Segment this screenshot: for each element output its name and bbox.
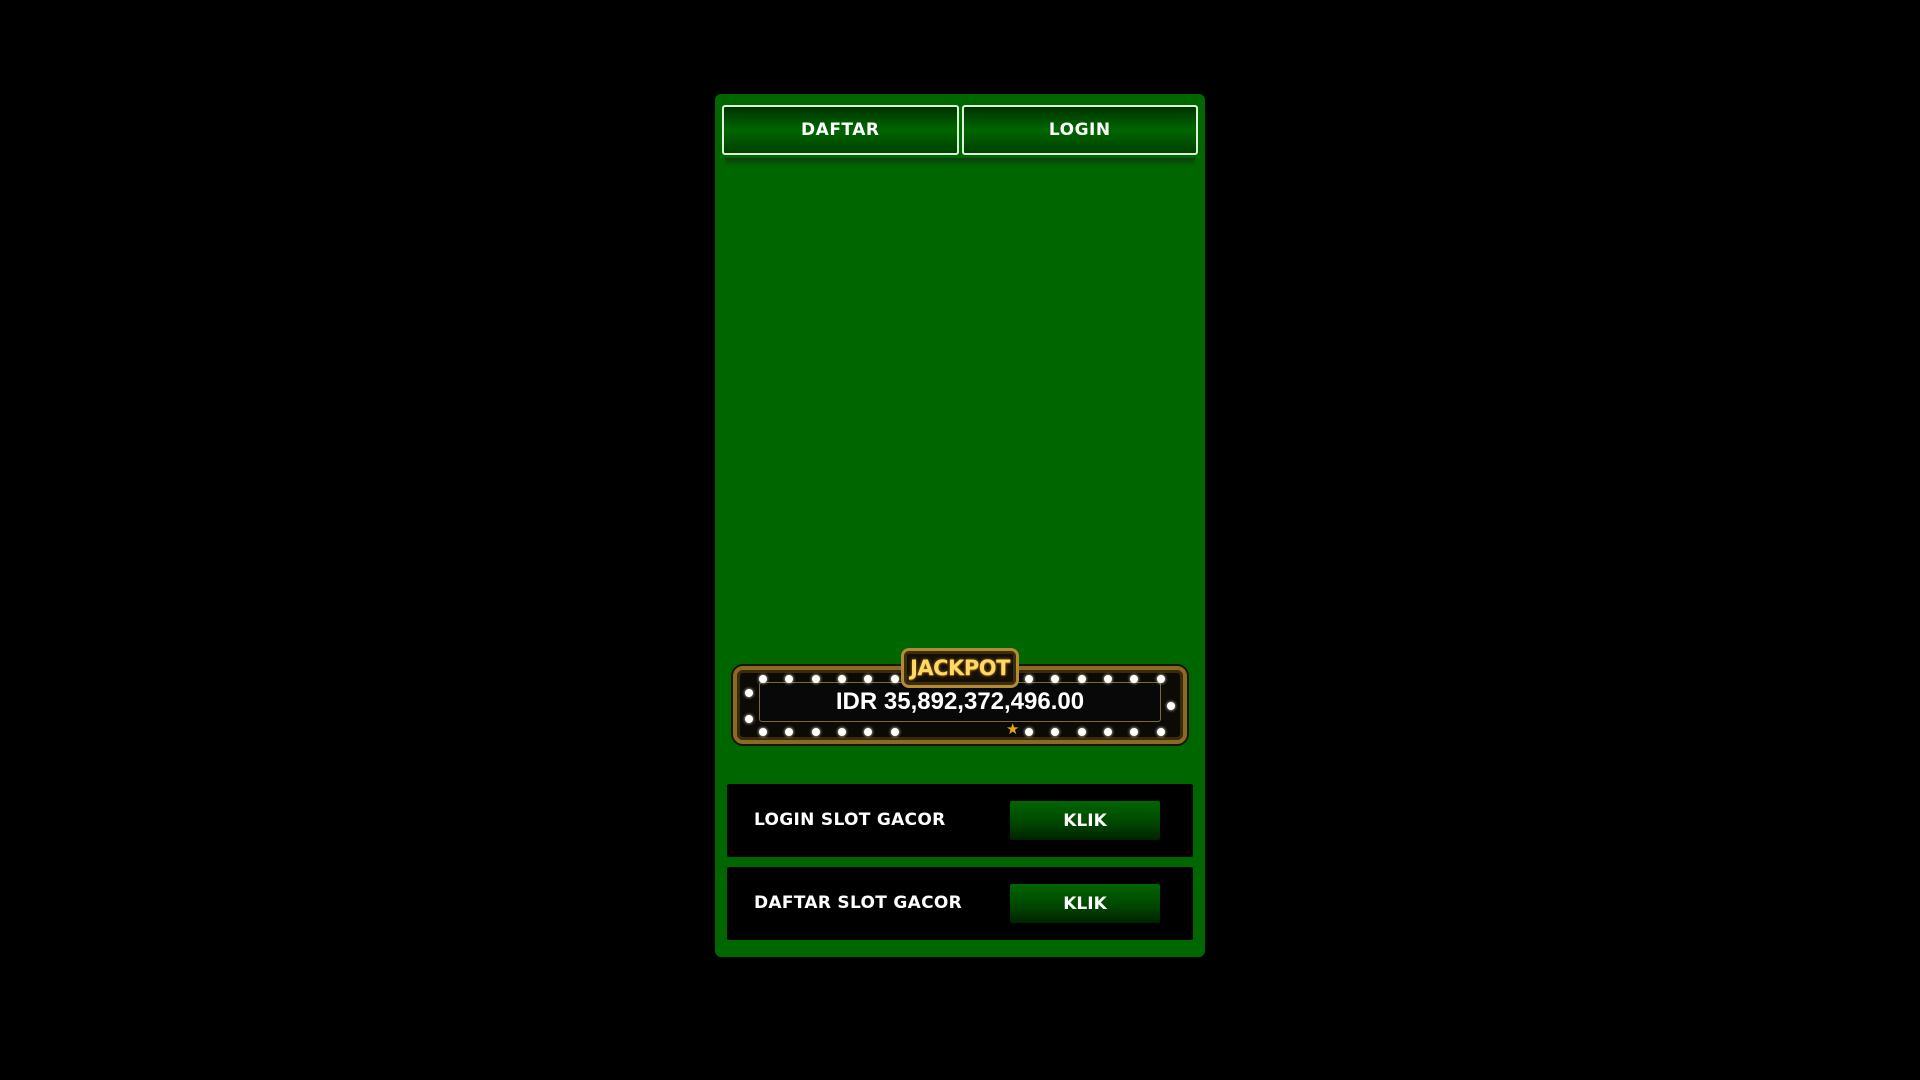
marquee-bulb xyxy=(1078,728,1086,736)
banner-image xyxy=(725,158,1195,166)
marquee-bulb xyxy=(838,675,846,683)
star-icon: ★ xyxy=(1006,720,1020,738)
marquee-bulb xyxy=(1104,728,1112,736)
main-panel: DAFTAR LOGIN JACKPOT IDR 35,892,372,496.… xyxy=(715,94,1205,957)
marquee-bulb xyxy=(812,728,820,736)
marquee-bulb xyxy=(745,689,753,697)
marquee-bulb xyxy=(1157,728,1165,736)
login-button[interactable]: LOGIN xyxy=(961,105,1198,155)
marquee-bulb xyxy=(1167,702,1175,710)
daftar-slot-klik-button[interactable]: KLIK xyxy=(1010,884,1160,923)
marquee-bulb xyxy=(812,675,820,683)
login-slot-row: LOGIN SLOT GACOR KLIK xyxy=(727,784,1193,857)
top-nav: DAFTAR LOGIN xyxy=(722,105,1198,155)
marquee-bulb xyxy=(838,728,846,736)
marquee-bulb xyxy=(891,675,899,683)
daftar-button[interactable]: DAFTAR xyxy=(722,105,959,155)
login-slot-label: LOGIN SLOT GACOR xyxy=(754,810,946,830)
marquee-bulb xyxy=(785,675,793,683)
jackpot-amount-box: IDR 35,892,372,496.00 xyxy=(759,682,1161,722)
jackpot-board: JACKPOT IDR 35,892,372,496.00 ★ xyxy=(733,648,1187,744)
login-slot-klik-button[interactable]: KLIK xyxy=(1010,801,1160,840)
marquee-bulb xyxy=(745,715,753,723)
marquee-bulb xyxy=(891,728,899,736)
marquee-bulb xyxy=(759,675,767,683)
daftar-slot-label: DAFTAR SLOT GACOR xyxy=(754,893,962,913)
daftar-slot-row: DAFTAR SLOT GACOR KLIK xyxy=(727,867,1193,940)
jackpot-amount: IDR 35,892,372,496.00 xyxy=(835,688,1085,715)
jackpot-title: JACKPOT xyxy=(910,656,1010,680)
marquee-bulb xyxy=(785,728,793,736)
marquee-bulb xyxy=(1104,675,1112,683)
jackpot-title-plate: JACKPOT xyxy=(901,648,1019,688)
marquee-bulb xyxy=(864,675,872,683)
marquee-bulb xyxy=(759,728,767,736)
marquee-bulb xyxy=(1157,675,1165,683)
marquee-bulb xyxy=(1025,728,1033,736)
marquee-bulb xyxy=(1025,675,1033,683)
marquee-bulb xyxy=(1130,675,1138,683)
marquee-bulb xyxy=(1051,728,1059,736)
marquee-bulb xyxy=(1051,675,1059,683)
marquee-bulb xyxy=(1078,675,1086,683)
marquee-bulb xyxy=(1130,728,1138,736)
marquee-bulb xyxy=(864,728,872,736)
